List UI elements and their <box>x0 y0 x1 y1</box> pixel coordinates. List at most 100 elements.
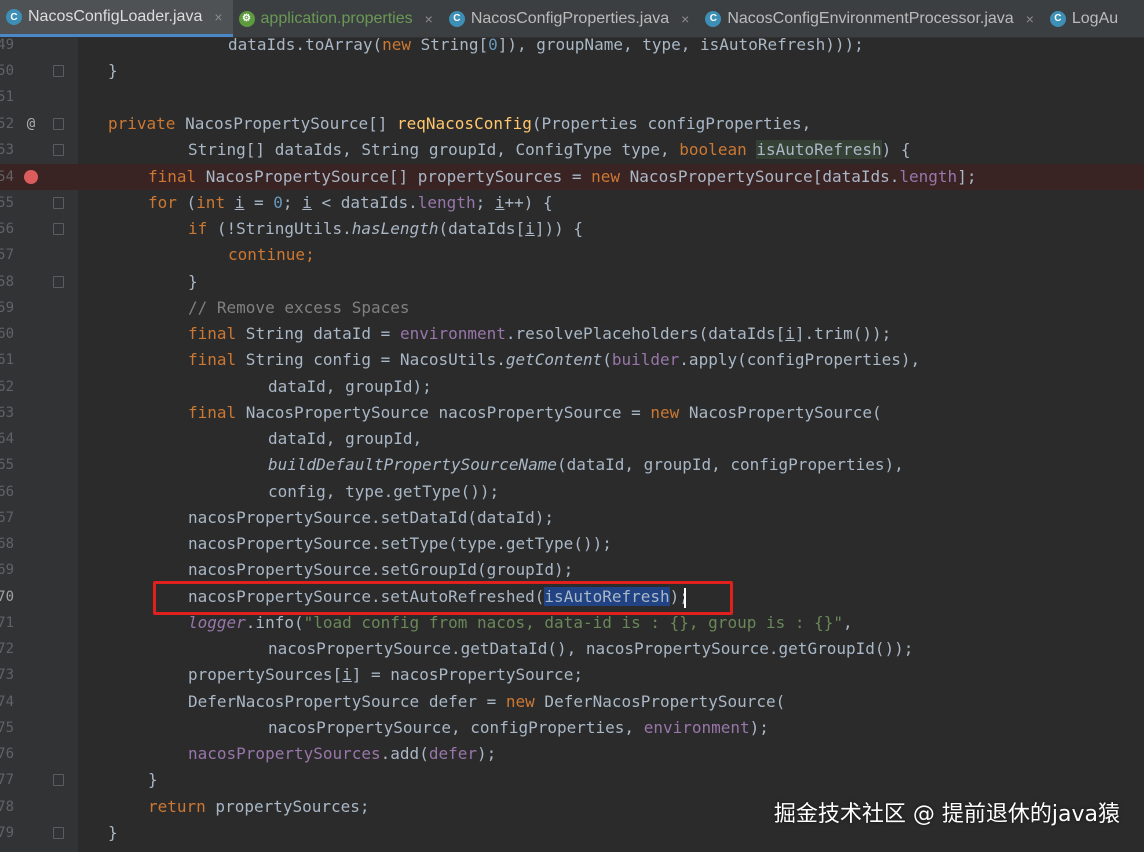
code-text: nacosPropertySource.setDataId(dataId); <box>188 508 555 527</box>
java-class-icon: C <box>6 9 22 25</box>
fold-icon[interactable] <box>53 197 64 209</box>
line-number: 78 <box>0 799 14 815</box>
fold-icon[interactable] <box>53 276 64 288</box>
code-text: final String dataId = environment.resolv… <box>188 324 892 343</box>
code-text: final NacosPropertySource nacosPropertyS… <box>188 403 882 422</box>
code-line[interactable]: 75 nacosPropertySource, configProperties… <box>0 715 1144 741</box>
annotation-highlight-box <box>153 581 733 615</box>
code-line[interactable]: 59 // Remove excess Spaces <box>0 295 1144 321</box>
code-text: return propertySources; <box>148 797 370 816</box>
code-text: dataIds.toArray(new String[0]), groupNam… <box>228 35 864 54</box>
fold-icon[interactable] <box>53 774 64 786</box>
line-number: 53 <box>0 142 14 158</box>
code-line[interactable]: 64 dataId, groupId, <box>0 426 1144 452</box>
code-line[interactable]: 49 dataIds.toArray(new String[0]), group… <box>0 32 1144 58</box>
close-icon[interactable]: × <box>1026 11 1034 27</box>
line-number: 62 <box>0 379 14 395</box>
code-text: DeferNacosPropertySource defer = new Def… <box>188 692 786 711</box>
line-number: 58 <box>0 274 14 290</box>
code-line[interactable]: 65 buildDefaultPropertySourceName(dataId… <box>0 452 1144 478</box>
code-text: } <box>108 823 118 842</box>
code-line[interactable]: 66 config, type.getType()); <box>0 479 1144 505</box>
code-text: if (!StringUtils.hasLength(dataIds[i])) … <box>188 219 583 238</box>
code-text: nacosPropertySource, configProperties, e… <box>268 718 769 737</box>
code-line[interactable]: 61 final String config = NacosUtils.getC… <box>0 347 1144 373</box>
code-line[interactable]: 76 nacosPropertySources.add(defer); <box>0 741 1144 767</box>
code-line[interactable]: 74 DeferNacosPropertySource defer = new … <box>0 689 1144 715</box>
line-number: 51 <box>0 89 14 105</box>
tab-label: NacosConfigEnvironmentProcessor.java <box>727 9 1014 27</box>
line-number: 70 <box>0 589 14 605</box>
line-number: 74 <box>0 694 14 710</box>
code-line-breakpoint[interactable]: 54 final NacosPropertySource[] propertyS… <box>0 164 1144 190</box>
fold-icon[interactable] <box>53 144 64 156</box>
code-line[interactable]: 53 String[] dataIds, String groupId, Con… <box>0 137 1144 163</box>
line-number: 72 <box>0 641 14 657</box>
line-number: 73 <box>0 667 14 683</box>
line-number: 68 <box>0 536 14 552</box>
line-number: 77 <box>0 772 14 788</box>
code-line[interactable]: 77 } <box>0 767 1144 793</box>
line-number: 63 <box>0 405 14 421</box>
line-number: 61 <box>0 352 14 368</box>
tab-label: NacosConfigProperties.java <box>470 9 670 27</box>
line-number: 56 <box>0 221 14 237</box>
code-comment: // Remove excess Spaces <box>188 298 410 317</box>
code-line[interactable]: 69 nacosPropertySource.setGroupId(groupI… <box>0 557 1144 583</box>
code-line[interactable]: 56 if (!StringUtils.hasLength(dataIds[i]… <box>0 216 1144 242</box>
code-line[interactable]: 72 nacosPropertySource.getDataId(), naco… <box>0 636 1144 662</box>
line-number: 66 <box>0 484 14 500</box>
properties-file-icon: ⚙ <box>238 10 255 27</box>
code-line[interactable]: 52 @ private NacosPropertySource[] reqNa… <box>0 111 1144 137</box>
fold-icon[interactable] <box>53 827 64 839</box>
code-line[interactable]: 57 continue; <box>0 242 1144 268</box>
code-line[interactable]: 55 for (int i = 0; i < dataIds.length; i… <box>0 190 1144 216</box>
line-number: 76 <box>0 746 14 762</box>
close-icon[interactable]: × <box>214 9 222 25</box>
code-text: final NacosPropertySource[] propertySour… <box>148 167 977 186</box>
line-number: 75 <box>0 720 14 736</box>
code-text: for (int i = 0; i < dataIds.length; i++)… <box>148 193 553 212</box>
code-line[interactable]: 67 nacosPropertySource.setDataId(dataId)… <box>0 505 1144 531</box>
code-text: propertySources[i] = nacosPropertySource… <box>188 665 583 684</box>
line-number: 50 <box>0 63 14 79</box>
code-text: dataId, groupId); <box>268 377 432 396</box>
code-text: nacosPropertySources.add(defer); <box>188 744 497 763</box>
code-line[interactable]: 63 final NacosPropertySource nacosProper… <box>0 400 1144 426</box>
code-line[interactable]: 50 } <box>0 58 1144 84</box>
code-line[interactable]: 62 dataId, groupId); <box>0 374 1144 400</box>
code-text: private NacosPropertySource[] reqNacosCo… <box>108 114 812 133</box>
breakpoint-icon[interactable] <box>24 170 38 184</box>
code-text: final String config = NacosUtils.getCont… <box>188 350 921 369</box>
code-text: nacosPropertySource.getDataId(), nacosPr… <box>268 639 914 658</box>
java-class-icon: C <box>705 10 722 27</box>
code-text: continue; <box>228 245 315 264</box>
java-class-icon: C <box>448 10 465 27</box>
code-text: config, type.getType()); <box>268 482 500 501</box>
code-line[interactable]: 58 } <box>0 269 1144 295</box>
line-number: 67 <box>0 510 14 526</box>
code-text: dataId, groupId, <box>268 429 423 448</box>
line-number: 65 <box>0 457 14 473</box>
code-text: nacosPropertySource.setGroupId(groupId); <box>188 560 574 579</box>
tab-label: LogAu <box>1071 9 1119 27</box>
line-number: 79 <box>0 825 14 841</box>
code-text: nacosPropertySource.setType(type.getType… <box>188 534 612 553</box>
code-line[interactable]: 68 nacosPropertySource.setType(type.getT… <box>0 531 1144 557</box>
code-text: } <box>148 770 158 789</box>
fold-icon[interactable] <box>53 223 64 235</box>
override-icon[interactable]: @ <box>24 117 38 131</box>
tab-label: NacosConfigLoader.java <box>28 8 203 25</box>
close-icon[interactable]: × <box>681 11 689 27</box>
fold-icon[interactable] <box>53 65 64 77</box>
code-text: } <box>188 272 198 291</box>
fold-icon[interactable] <box>53 118 64 130</box>
code-line[interactable]: 51 <box>0 84 1144 110</box>
code-text: String[] dataIds, String groupId, Config… <box>188 140 911 159</box>
watermark: 掘金技术社区 @ 提前退休的java猿 <box>773 802 1120 827</box>
code-line[interactable]: 73 propertySources[i] = nacosPropertySou… <box>0 662 1144 688</box>
java-class-icon: C <box>1049 10 1066 27</box>
code-line[interactable]: 60 final String dataId = environment.res… <box>0 321 1144 347</box>
line-number: 54 <box>0 169 14 185</box>
close-icon[interactable]: × <box>425 11 433 27</box>
